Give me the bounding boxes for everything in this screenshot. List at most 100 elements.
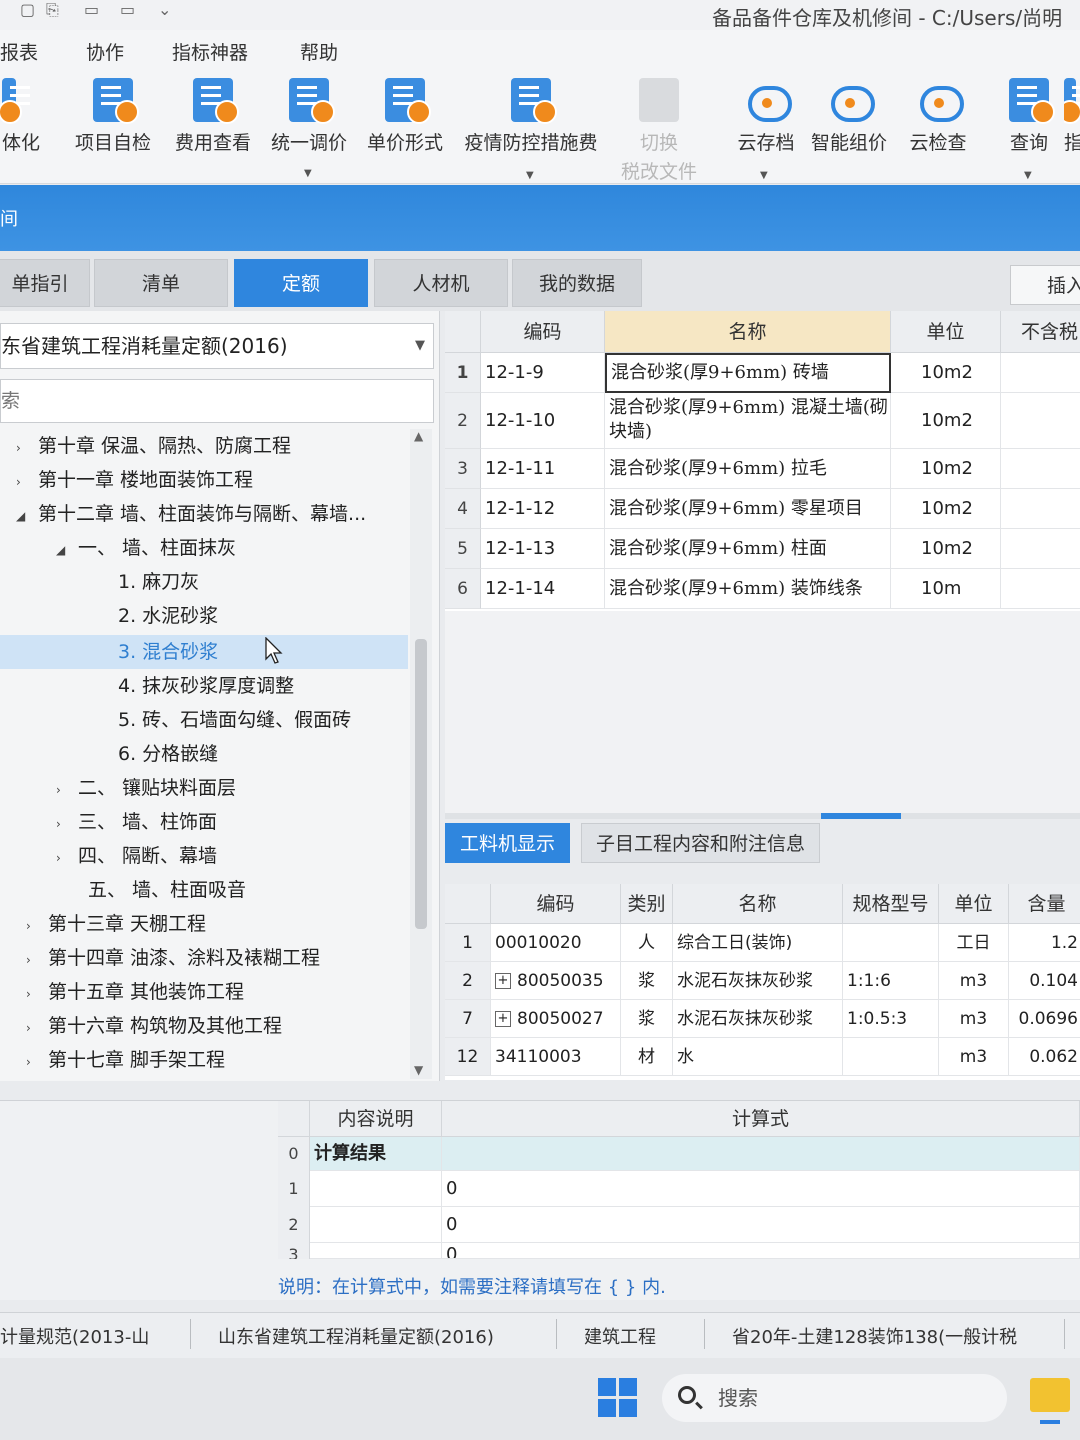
status-quota-library[interactable]: 山东省建筑工程消耗量定额(2016) <box>218 1323 494 1349</box>
tree-item-section-4[interactable]: › 四、 隔断、幕墙 <box>56 839 217 873</box>
windows-start-icon[interactable] <box>598 1378 638 1418</box>
column-header-unit[interactable]: 单位 <box>939 884 1009 924</box>
price-adjust-button[interactable]: 统一调价 ▼ <box>266 78 352 179</box>
resource-code-cell[interactable]: 34110003 <box>491 1038 621 1076</box>
quota-library-select[interactable]: 东省建筑工程消耗量定额(2016) ▼ <box>0 323 434 369</box>
quota-code-cell[interactable]: 12-1-13 <box>481 529 605 569</box>
formula-expr-cell[interactable]: 0 <box>442 1171 1080 1207</box>
quota-code-cell[interactable]: 12-1-12 <box>481 489 605 529</box>
quota-price-cell[interactable] <box>1001 489 1080 529</box>
expand-icon[interactable]: › <box>26 1045 48 1079</box>
tree-item-chapter-12[interactable]: ◢ 第十二章 墙、柱面装饰与隔断、幕墙... <box>16 497 366 531</box>
tree-item-chapter-14[interactable]: › 第十四章 油漆、涂料及裱糊工程 <box>26 941 320 975</box>
tab-work-content-notes[interactable]: 子目工程内容和附注信息 <box>581 823 821 863</box>
tree-search-input[interactable]: 索 <box>0 379 434 423</box>
menu-report[interactable]: 报表 <box>0 38 38 65</box>
status-tax-mode[interactable]: 省20年-土建128装饰138(一般计税 <box>732 1323 1017 1349</box>
tab-list-guide[interactable]: 单指引 <box>0 259 90 307</box>
quota-unit-cell[interactable]: 10m <box>891 569 1001 609</box>
expand-icon[interactable]: › <box>26 977 48 1011</box>
quota-price-cell[interactable] <box>1001 393 1080 449</box>
expand-plus-icon[interactable]: + <box>495 973 511 989</box>
switch-tax-file-button[interactable]: 切换 税改文件 <box>614 78 704 184</box>
resource-name-cell[interactable]: 水泥石灰抹灰砂浆 <box>673 962 843 1000</box>
resource-type-cell[interactable]: 浆 <box>621 962 673 1000</box>
resource-qty-cell[interactable]: 0.062 <box>1009 1038 1080 1076</box>
tab-my-data[interactable]: 我的数据 <box>512 259 642 307</box>
menu-help[interactable]: 帮助 <box>300 38 338 65</box>
resource-qty-cell[interactable]: 0.104 <box>1009 962 1080 1000</box>
resource-name-cell[interactable]: 综合工日(装饰) <box>673 924 843 962</box>
resource-type-cell[interactable]: 浆 <box>621 1000 673 1038</box>
formula-desc-cell[interactable] <box>310 1171 442 1207</box>
expand-icon[interactable]: › <box>56 807 78 841</box>
quota-price-cell[interactable] <box>1001 449 1080 489</box>
layout-icon[interactable]: ▭ <box>120 0 135 19</box>
quota-name-cell[interactable]: 混合砂浆(厚9+6mm) 混凝土墙(砌块墙) <box>605 393 891 449</box>
column-header-price-ex-tax[interactable]: 不含税 <box>1001 311 1080 353</box>
tree-item-chapter-13[interactable]: › 第十三章 天棚工程 <box>26 907 206 941</box>
expand-plus-icon[interactable]: + <box>495 1011 511 1027</box>
epidemic-measure-button[interactable]: 疫情防控措施费 ▼ <box>456 78 606 181</box>
tab-labor-material-display[interactable]: 工料机显示 <box>445 823 571 863</box>
link-icon[interactable]: ⎘ <box>46 0 59 20</box>
collapse-icon[interactable]: ◢ <box>16 499 38 533</box>
insert-button[interactable]: 插入 <box>1010 265 1080 305</box>
quota-code-cell[interactable]: 12-1-10 <box>481 393 605 449</box>
resource-code-cell[interactable]: +80050027 <box>491 1000 621 1038</box>
resource-type-cell[interactable]: 材 <box>621 1038 673 1076</box>
quota-unit-cell[interactable]: 10m2 <box>891 393 1001 449</box>
tab-list[interactable]: 清单 <box>94 259 228 307</box>
column-header-quantity[interactable]: 含量 <box>1009 884 1080 924</box>
column-header-spec[interactable]: 规格型号 <box>843 884 939 924</box>
chevron-down-icon[interactable]: ▼ <box>1024 170 1032 181</box>
formula-desc-cell[interactable]: 计算结果 <box>310 1137 442 1171</box>
expand-icon[interactable]: › <box>56 841 78 875</box>
tree-item-section-2[interactable]: › 二、 镶贴块料面层 <box>56 771 236 805</box>
status-spec[interactable]: 计量规范(2013-山 <box>0 1323 149 1349</box>
cost-view-button[interactable]: 费用查看 <box>170 78 256 155</box>
column-header-unit[interactable]: 单位 <box>891 311 1001 353</box>
tree-item-chapter-11[interactable]: › 第十一章 楼地面装饰工程 <box>16 463 253 497</box>
formula-desc-cell[interactable] <box>310 1243 442 1259</box>
save-icon[interactable]: ▢ <box>20 0 35 19</box>
unit-price-form-button[interactable]: 单价形式 <box>362 78 448 155</box>
chevron-down-icon[interactable]: ▼ <box>526 170 534 181</box>
quota-name-cell[interactable]: 混合砂浆(厚9+6mm) 装饰线条 <box>605 569 891 609</box>
quota-unit-cell[interactable]: 10m2 <box>891 489 1001 529</box>
ribbon-integrate-button[interactable]: 体化 <box>0 78 40 155</box>
resource-code-cell[interactable]: 00010020 <box>491 924 621 962</box>
column-header-type[interactable]: 类别 <box>621 884 673 924</box>
tree-item-mixed-mortar[interactable]: 3. 混合砂浆 <box>96 635 218 669</box>
tree-item-leaf[interactable]: 4. 抹灰砂浆厚度调整 <box>96 669 294 703</box>
chevron-down-icon[interactable]: ▼ <box>304 168 312 179</box>
tree-item-section-1[interactable]: ◢ 一、 墙、柱面抹灰 <box>56 531 236 565</box>
quota-name-cell[interactable]: 混合砂浆(厚9+6mm) 柱面 <box>605 529 891 569</box>
quota-name-cell[interactable]: 混合砂浆(厚9+6mm) 零星项目 <box>605 489 891 529</box>
formula-expr-cell[interactable]: 0 <box>442 1243 1080 1259</box>
tree-scrollbar[interactable]: ▲ ▼ <box>410 429 432 1079</box>
collapse-icon[interactable]: ◢ <box>56 533 78 567</box>
resource-unit-cell[interactable]: m3 <box>939 1038 1009 1076</box>
tree-item-leaf[interactable]: 1. 麻刀灰 <box>96 565 199 599</box>
scrollbar-thumb[interactable] <box>415 639 427 929</box>
smart-pricing-button[interactable]: 智能组价 <box>806 78 892 155</box>
tree-item-chapter-15[interactable]: › 第十五章 其他装饰工程 <box>26 975 244 1009</box>
resource-unit-cell[interactable]: m3 <box>939 962 1009 1000</box>
query-button[interactable]: 查询 ▼ <box>1004 78 1055 181</box>
status-discipline[interactable]: 建筑工程 <box>584 1323 656 1349</box>
quota-price-cell[interactable] <box>1001 353 1080 393</box>
formula-expr-cell[interactable]: 0 <box>442 1207 1080 1243</box>
cloud-save-button[interactable]: 云存档 ▼ <box>732 78 800 181</box>
file-explorer-icon[interactable] <box>1030 1378 1070 1424</box>
tree-item-chapter-10[interactable]: › 第十章 保温、隔热、防腐工程 <box>16 429 291 463</box>
column-header-code[interactable]: 编码 <box>491 884 621 924</box>
formula-desc-cell[interactable] <box>310 1207 442 1243</box>
menu-index-tool[interactable]: 指标神器 <box>172 38 248 65</box>
expand-icon[interactable]: › <box>26 1011 48 1045</box>
scroll-up-icon[interactable]: ▲ <box>414 429 423 443</box>
resource-unit-cell[interactable]: m3 <box>939 1000 1009 1038</box>
quota-code-cell[interactable]: 12-1-14 <box>481 569 605 609</box>
quota-code-cell[interactable]: 12-1-11 <box>481 449 605 489</box>
resource-name-cell[interactable]: 水泥石灰抹灰砂浆 <box>673 1000 843 1038</box>
